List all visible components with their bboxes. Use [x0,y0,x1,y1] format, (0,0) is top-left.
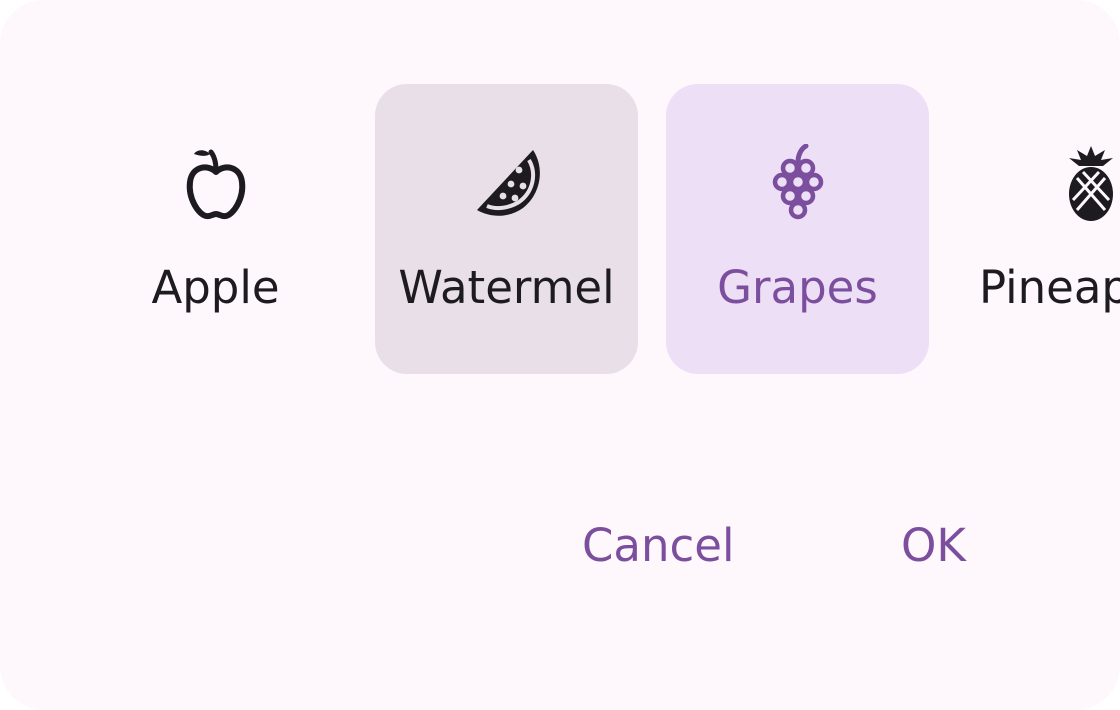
fruit-picker-dialog: Apple Watermel Grapes Pineap Cancel OK [0,0,1120,710]
pineapple-icon [1051,144,1120,224]
apple-icon [176,144,256,224]
watermelon-icon [467,144,547,224]
option-watermelon[interactable]: Watermel [375,84,638,374]
option-label: Pineap [979,261,1120,314]
option-label: Grapes [717,261,878,314]
cancel-button[interactable]: Cancel [582,516,734,576]
option-label: Watermel [398,261,615,314]
option-grapes[interactable]: Grapes [666,84,929,374]
option-label: Apple [151,261,280,314]
option-pineapple[interactable]: Pineap [957,84,1120,374]
grapes-icon [758,144,838,224]
ok-button[interactable]: OK [901,516,966,576]
option-apple[interactable]: Apple [84,84,347,374]
